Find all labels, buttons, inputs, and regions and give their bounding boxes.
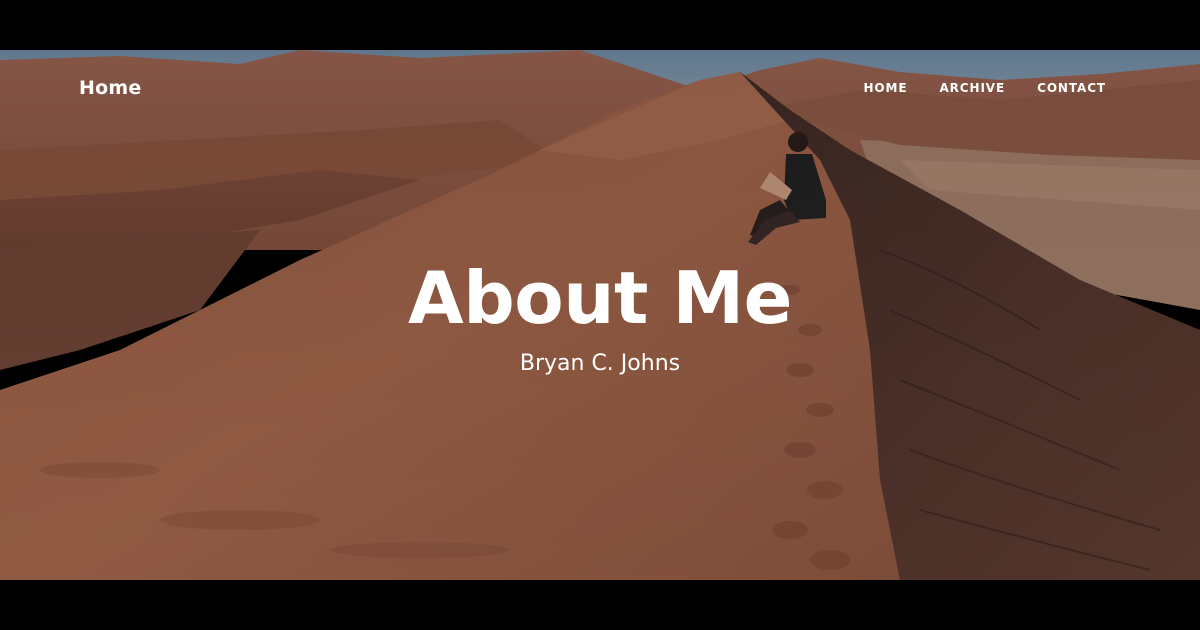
brand-home-link[interactable]: Home	[79, 77, 141, 99]
page-frame: Home HOME ARCHIVE CONTACT About Me Bryan…	[0, 0, 1200, 630]
page-title: About Me	[408, 256, 792, 340]
nav-links: HOME ARCHIVE CONTACT	[831, 81, 1106, 95]
page-heading: About Me Bryan C. Johns	[0, 255, 1200, 379]
page-subtitle: Bryan C. Johns	[519, 351, 681, 376]
nav-link-contact[interactable]: CONTACT	[1037, 81, 1106, 95]
top-navbar: Home HOME ARCHIVE CONTACT	[0, 50, 1200, 130]
nav-link-archive[interactable]: ARCHIVE	[939, 81, 1005, 95]
nav-link-home[interactable]: HOME	[863, 81, 907, 95]
